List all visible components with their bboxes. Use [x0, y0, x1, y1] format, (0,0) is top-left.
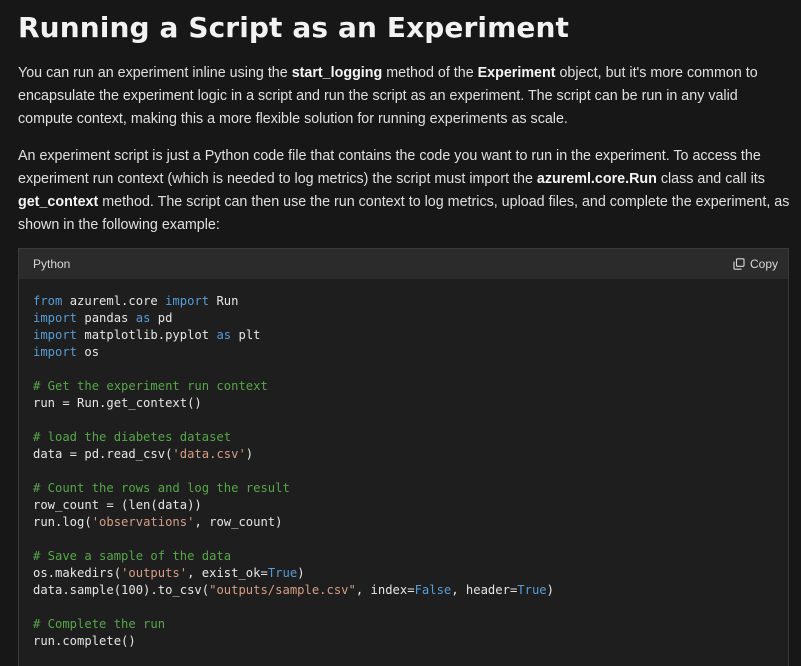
intro-paragraph-2: An experiment script is just a Python co… — [18, 145, 790, 237]
code-token: # Count the rows and log the result — [33, 481, 290, 495]
code-token: pandas — [77, 311, 136, 325]
code-token: 'outputs' — [121, 566, 188, 580]
code-token: pd — [150, 311, 173, 325]
code-line: from azureml.core import Run — [33, 293, 774, 310]
copy-button[interactable]: Copy — [733, 257, 778, 271]
code-token: run.complete() — [33, 634, 136, 648]
code-token: import — [33, 311, 78, 325]
code-token: data.sample(100).to_csv( — [33, 583, 210, 597]
code-token: , index= — [355, 583, 415, 597]
code-token: , exist_ok= — [187, 566, 268, 580]
code-token: # Complete the run — [33, 617, 166, 631]
code-token: as — [135, 311, 151, 325]
code-token: ) — [546, 583, 554, 597]
code-token: , row_count) — [194, 515, 283, 529]
code-token: ) — [245, 447, 254, 461]
article-page: Running a Script as an Experiment You ca… — [0, 0, 801, 666]
code-token: import — [165, 294, 210, 308]
para1-text-2: method of the — [382, 65, 478, 81]
code-line: import pandas as pd — [33, 310, 774, 327]
code-line: os.makedirs('outputs', exist_ok=True) — [33, 565, 774, 582]
code-lines: from azureml.core import Run import panda… — [33, 293, 774, 650]
code-token: plt — [231, 328, 261, 342]
code-token: True — [267, 566, 298, 580]
para1-text-1: You can run an experiment inline using t… — [18, 65, 292, 81]
code-header: Python Copy — [19, 249, 788, 279]
code-token: 'data.csv' — [172, 447, 246, 461]
code-token: 'observations' — [91, 515, 195, 529]
code-token: import — [33, 328, 78, 342]
code-token: os — [77, 345, 100, 359]
para2-bold-get-context: get_context — [18, 194, 99, 210]
code-token: # load the diabetes dataset — [33, 430, 232, 444]
copy-icon — [733, 258, 745, 270]
code-line: data.sample(100).to_csv("outputs/sample.… — [33, 582, 774, 599]
para2-text-2: class and call its — [656, 171, 765, 187]
copy-label: Copy — [749, 257, 778, 271]
code-token: os.makedirs( — [33, 566, 122, 580]
code-token: row_count = (len(data)) — [33, 498, 202, 512]
code-block: Python Copy from azureml.core import Run… — [18, 248, 789, 666]
code-token: run.log( — [33, 515, 92, 529]
para1-bold-start-logging: start_logging — [291, 65, 383, 81]
code-line: import os — [33, 344, 774, 361]
code-line: # load the diabetes dataset — [33, 429, 774, 446]
code-line: # Save a sample of the data — [33, 548, 774, 565]
code-token: data = pd.read_csv( — [33, 447, 173, 461]
code-line: run.complete() — [33, 633, 774, 650]
code-token: run = Run.get_context() — [33, 396, 202, 410]
code-line: row_count = (len(data)) — [33, 497, 774, 514]
code-line: # Count the rows and log the result — [33, 480, 774, 497]
code-token: from — [33, 294, 63, 308]
code-line: data = pd.read_csv('data.csv') — [33, 446, 774, 463]
code-content: from azureml.core import Run import panda… — [19, 279, 788, 650]
para2-bold-run-class: azureml.core.Run — [536, 171, 657, 187]
code-token: as — [216, 328, 232, 342]
code-token: Run — [209, 294, 239, 308]
code-token: True — [517, 583, 547, 597]
para2-text-3: method. The script can then use the run … — [18, 194, 790, 233]
code-line: # Get the experiment run context — [33, 378, 774, 395]
code-token: , header= — [451, 583, 518, 597]
code-token: import — [33, 345, 78, 359]
code-line: # Complete the run — [33, 616, 774, 633]
code-token: matplotlib.pyplot — [77, 328, 217, 342]
code-token: # Get the experiment run context — [33, 379, 268, 393]
code-token: False — [414, 583, 452, 597]
code-token: # Save a sample of the data — [33, 549, 232, 563]
page-title: Running a Script as an Experiment — [18, 11, 569, 44]
para1-bold-experiment: Experiment — [477, 65, 556, 81]
code-line: import matplotlib.pyplot as plt — [33, 327, 774, 344]
code-language-label: Python — [33, 257, 71, 271]
code-line: run.log('observations', row_count) — [33, 514, 774, 531]
code-line: run = Run.get_context() — [33, 395, 774, 412]
code-token: azureml.core — [62, 294, 166, 308]
intro-paragraph-1: You can run an experiment inline using t… — [18, 62, 790, 131]
code-token: ) — [297, 566, 305, 580]
code-token: "outputs/sample.csv" — [209, 583, 356, 597]
